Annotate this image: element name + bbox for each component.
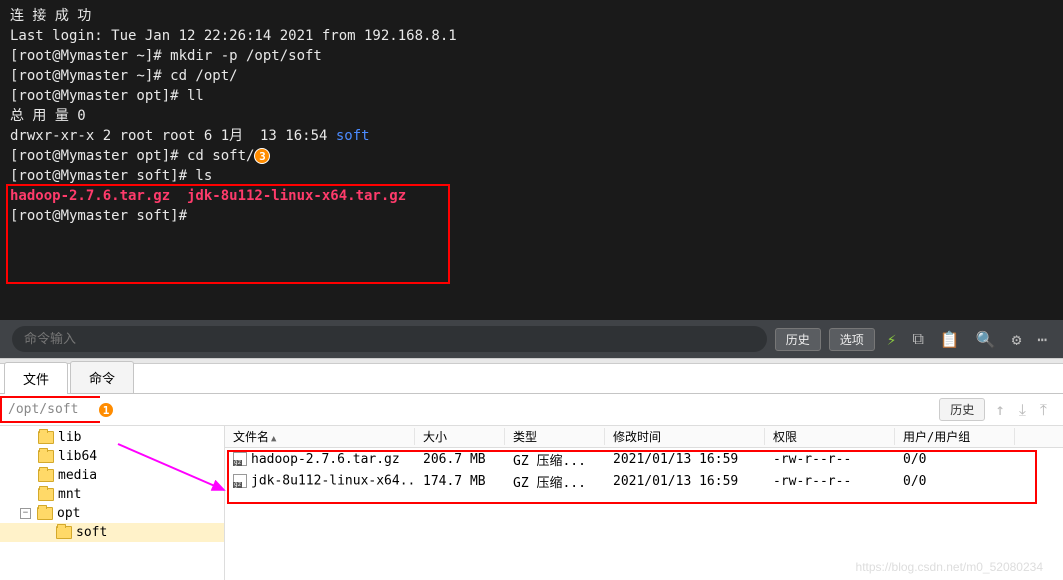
search-icon[interactable]: 🔍 — [972, 330, 1000, 349]
header-type[interactable]: 类型 — [505, 428, 605, 445]
tree-item-soft[interactable]: soft — [0, 523, 224, 542]
folder-icon — [56, 526, 72, 539]
copy-icon[interactable]: ⧉ — [908, 329, 927, 349]
tree-item-lib[interactable]: lib — [0, 428, 224, 447]
term-line: 连 接 成 功 — [10, 6, 1053, 26]
fm-body: lib lib64 media mnt −opt soft 文件名▲ 大小 类型… — [0, 426, 1063, 580]
up-icon[interactable]: ↑ — [991, 400, 1009, 419]
file-list[interactable]: 文件名▲ 大小 类型 修改时间 权限 用户/用户组 hadoop-2.7.6.t… — [225, 426, 1063, 580]
bolt-icon[interactable]: ⚡ — [883, 330, 901, 349]
term-line: drwxr-xr-x 2 root root 6 1月 13 16:54 sof… — [10, 126, 1053, 146]
header-perm[interactable]: 权限 — [765, 428, 895, 445]
command-input-wrap[interactable] — [12, 326, 767, 352]
annotation-badge-3: 3 — [254, 148, 270, 164]
file-manager: 文件 命令 /opt/soft 1 历史 ↑ ⤓ ⤒ lib lib64 med… — [0, 364, 1063, 580]
path-display[interactable]: /opt/soft — [0, 396, 100, 423]
term-line: Last login: Tue Jan 12 22:26:14 2021 fro… — [10, 26, 1053, 46]
tab-command[interactable]: 命令 — [70, 361, 134, 393]
watermark: https://blog.csdn.net/m0_52080234 — [856, 560, 1043, 574]
folder-icon — [38, 488, 54, 501]
upload-icon[interactable]: ⤒ — [1036, 400, 1051, 420]
history-button[interactable]: 历史 — [775, 328, 821, 351]
fm-history-button[interactable]: 历史 — [939, 398, 985, 421]
fm-tabs: 文件 命令 — [0, 364, 1063, 394]
gear-icon[interactable]: ⚙ — [1008, 330, 1026, 349]
paste-icon[interactable]: 📋 — [936, 330, 964, 349]
fm-path-row: /opt/soft 1 历史 ↑ ⤓ ⤒ — [0, 394, 1063, 426]
folder-icon — [37, 507, 53, 520]
command-input[interactable] — [24, 332, 755, 347]
sort-asc-icon: ▲ — [271, 434, 276, 444]
tab-file[interactable]: 文件 — [4, 362, 68, 394]
annotation-box-files — [227, 450, 1037, 504]
command-input-bar: 历史 选项 ⚡ ⧉ 📋 🔍 ⚙ ⋯ — [0, 320, 1063, 358]
term-line: [root@Mymaster ~]# cd /opt/ — [10, 66, 1053, 86]
terminal-output[interactable]: 连 接 成 功 Last login: Tue Jan 12 22:26:14 … — [0, 0, 1063, 320]
tree-item-lib64[interactable]: lib64 — [0, 447, 224, 466]
term-line: [root@Mymaster opt]# ll — [10, 86, 1053, 106]
options-button[interactable]: 选项 — [829, 328, 875, 351]
tree-item-mnt[interactable]: mnt — [0, 485, 224, 504]
header-date[interactable]: 修改时间 — [605, 428, 765, 445]
annotation-box-terminal — [6, 184, 450, 284]
column-headers: 文件名▲ 大小 类型 修改时间 权限 用户/用户组 — [225, 426, 1063, 448]
collapse-icon[interactable]: − — [20, 508, 31, 519]
folder-icon — [38, 469, 54, 482]
folder-icon — [38, 431, 54, 444]
header-name[interactable]: 文件名▲ — [225, 428, 415, 445]
more-icon[interactable]: ⋯ — [1033, 330, 1051, 349]
term-line: [root@Mymaster opt]# cd soft/3 — [10, 146, 1053, 166]
tree-item-opt[interactable]: −opt — [0, 504, 224, 523]
annotation-badge-1: 1 — [98, 402, 114, 418]
folder-tree[interactable]: lib lib64 media mnt −opt soft — [0, 426, 225, 580]
term-line: 总 用 量 0 — [10, 106, 1053, 126]
folder-icon — [38, 450, 54, 463]
dir-name: soft — [336, 128, 370, 144]
term-line: [root@Mymaster ~]# mkdir -p /opt/soft — [10, 46, 1053, 66]
download-icon[interactable]: ⤓ — [1015, 400, 1030, 420]
term-line: [root@Mymaster soft]# ls — [10, 166, 1053, 186]
header-user[interactable]: 用户/用户组 — [895, 428, 1015, 445]
header-size[interactable]: 大小 — [415, 428, 505, 445]
tree-item-media[interactable]: media — [0, 466, 224, 485]
